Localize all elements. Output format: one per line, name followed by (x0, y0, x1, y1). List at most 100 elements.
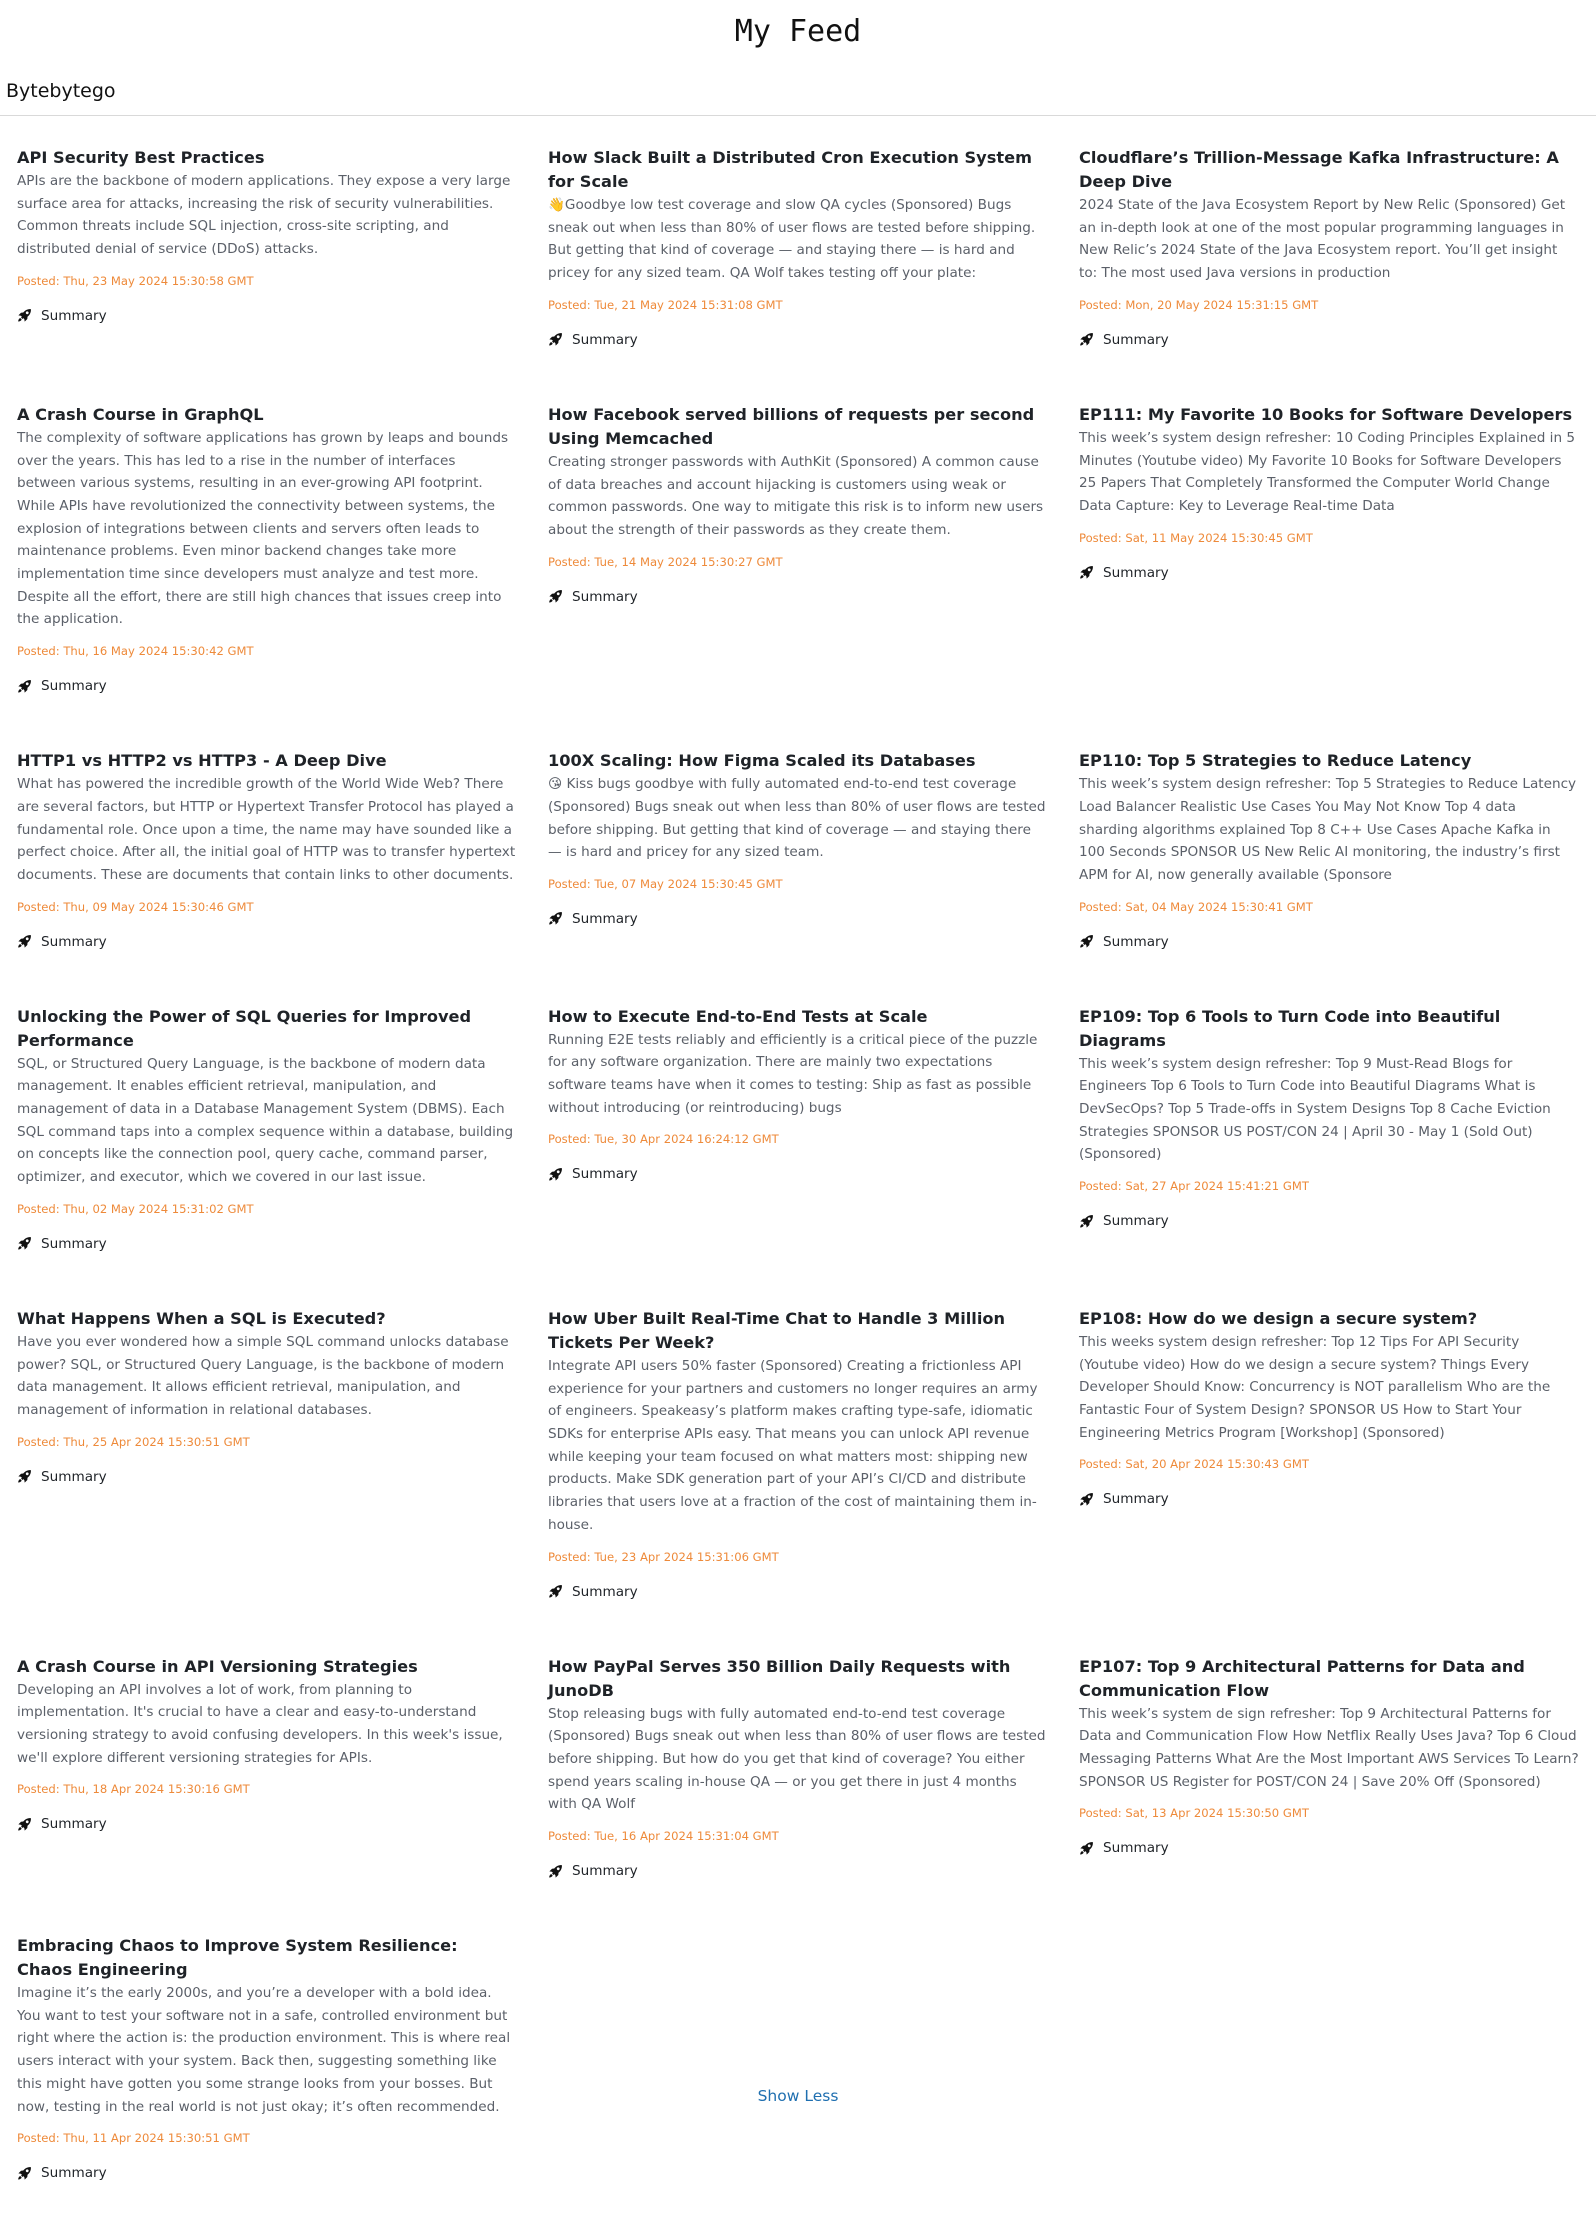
rocket-icon (18, 309, 31, 322)
article-title[interactable]: EP109: Top 6 Tools to Turn Code into Bea… (1079, 1005, 1579, 1053)
article-description: Stop releasing bugs with fully automated… (548, 1705, 1046, 1813)
summary-button[interactable]: Summary (1079, 564, 1169, 582)
article-posted-date: Posted: Thu, 11 Apr 2024 15:30:51 GMT (17, 2131, 250, 2146)
article-card: Embracing Chaos to Improve System Resili… (17, 1928, 517, 2230)
article-title[interactable]: Cloudflare’s Trillion-Message Kafka Infr… (1079, 146, 1579, 194)
rocket-icon (549, 590, 562, 603)
article-title[interactable]: A Crash Course in GraphQL (17, 403, 517, 427)
summary-button[interactable]: Summary (17, 1468, 107, 1486)
article-description: 😘 Kiss bugs goodbye with fully automated… (548, 776, 1046, 861)
article-title[interactable]: How to Execute End-to-End Tests at Scale (548, 1005, 1048, 1029)
article-card: How to Execute End-to-End Tests at Scale… (548, 999, 1048, 1301)
rocket-icon (549, 912, 562, 926)
rocket-icon (18, 935, 31, 948)
article-posted-date: Posted: Thu, 16 May 2024 15:30:42 GMT (17, 644, 254, 659)
rocket-icon (18, 1817, 31, 1831)
article-posted-date: Posted: Sat, 13 Apr 2024 15:30:50 GMT (1079, 1806, 1309, 1821)
article-posted-date: Posted: Mon, 20 May 2024 15:31:15 GMT (1079, 297, 1319, 312)
article-title[interactable]: EP108: How do we design a secure system? (1079, 1307, 1579, 1331)
article-title[interactable]: Unlocking the Power of SQL Queries for I… (17, 1005, 517, 1053)
summary-button[interactable]: Summary (17, 933, 107, 951)
article-posted-date: Posted: Tue, 21 May 2024 15:31:08 GMT (548, 297, 783, 312)
summary-button[interactable]: Summary (17, 1815, 107, 1833)
rocket-icon (18, 1470, 31, 1483)
article-card: How Uber Built Real-Time Chat to Handle … (548, 1301, 1048, 1649)
article-title[interactable]: 100X Scaling: How Figma Scaled its Datab… (548, 749, 1048, 773)
article-title[interactable]: EP110: Top 5 Strategies to Reduce Latenc… (1079, 749, 1579, 773)
article-title[interactable]: EP107: Top 9 Architectural Patterns for … (1079, 1655, 1579, 1703)
summary-button[interactable]: Summary (17, 677, 107, 695)
summary-label: Summary (1103, 564, 1169, 581)
summary-label: Summary (572, 1166, 638, 1183)
article-description: 👋Goodbye low test coverage and slow QA c… (548, 197, 1036, 282)
article-description: APIs are the backbone of modern applicat… (17, 173, 511, 258)
article-title[interactable]: Embracing Chaos to Improve System Resili… (17, 1934, 517, 1982)
summary-button[interactable]: Summary (17, 2164, 107, 2182)
summary-button[interactable]: Summary (1079, 331, 1169, 349)
article-description: This weeks system design refresher: Top … (1079, 1333, 1551, 1441)
article-title[interactable]: How Uber Built Real-Time Chat to Handle … (548, 1307, 1048, 1355)
header-divider (0, 115, 1596, 116)
summary-label: Summary (41, 1468, 107, 1485)
article-description: This week’s system design refresher: Top… (1079, 776, 1577, 883)
article-description: Have you ever wondered how a simple SQL … (17, 1333, 509, 1418)
article-description: The complexity of software applications … (17, 429, 509, 628)
article-posted-date: Posted: Sat, 20 Apr 2024 15:30:43 GMT (1079, 1457, 1309, 1472)
summary-button[interactable]: Summary (548, 1862, 638, 1880)
rocket-icon (549, 333, 562, 346)
summary-label: Summary (41, 933, 107, 950)
summary-label: Summary (41, 1235, 107, 1252)
article-title[interactable]: API Security Best Practices (17, 146, 517, 170)
rocket-icon (1080, 935, 1093, 948)
rocket-icon (549, 1864, 562, 1878)
article-posted-date: Posted: Tue, 30 Apr 2024 16:24:12 GMT (548, 1132, 779, 1147)
article-card: How PayPal Serves 350 Billion Daily Requ… (548, 1649, 1048, 1929)
article-description: What has powered the incredible growth o… (17, 776, 516, 883)
article-posted-date: Posted: Thu, 09 May 2024 15:30:46 GMT (17, 899, 254, 914)
summary-button[interactable]: Summary (17, 307, 107, 325)
article-posted-date: Posted: Sat, 04 May 2024 15:30:41 GMT (1079, 899, 1313, 914)
rocket-icon (549, 1168, 562, 1181)
article-card: API Security Best Practices APIs are the… (17, 140, 517, 397)
rocket-icon (1080, 333, 1093, 346)
article-card: A Crash Course in API Versioning Strateg… (17, 1649, 517, 1929)
article-title[interactable]: EP111: My Favorite 10 Books for Software… (1079, 403, 1579, 427)
article-posted-date: Posted: Tue, 14 May 2024 15:30:27 GMT (548, 554, 783, 569)
article-title[interactable]: A Crash Course in API Versioning Strateg… (17, 1655, 517, 1679)
summary-label: Summary (41, 2165, 107, 2182)
article-title[interactable]: How PayPal Serves 350 Billion Daily Requ… (548, 1655, 1048, 1703)
feed-grid: API Security Best Practices APIs are the… (17, 140, 1579, 2230)
summary-button[interactable]: Summary (548, 588, 638, 606)
summary-label: Summary (1103, 331, 1169, 348)
summary-button[interactable]: Summary (17, 1235, 107, 1253)
rocket-icon (18, 1237, 31, 1250)
article-title[interactable]: How Facebook served billions of requests… (548, 403, 1048, 451)
summary-label: Summary (41, 307, 107, 324)
article-card: A Crash Course in GraphQL The complexity… (17, 397, 517, 743)
summary-label: Summary (41, 678, 107, 695)
article-title[interactable]: What Happens When a SQL is Executed? (17, 1307, 517, 1331)
summary-button[interactable]: Summary (1079, 1839, 1169, 1857)
summary-button[interactable]: Summary (1079, 1490, 1169, 1508)
article-description: Integrate API users 50% faster (Sponsore… (548, 1357, 1038, 1533)
summary-button[interactable]: Summary (1079, 933, 1169, 951)
summary-button[interactable]: Summary (1079, 1212, 1169, 1230)
article-card: Cloudflare’s Trillion-Message Kafka Infr… (1079, 140, 1579, 397)
summary-label: Summary (572, 588, 638, 605)
summary-button[interactable]: Summary (548, 1583, 638, 1601)
show-less-link[interactable]: Show Less (0, 2086, 1596, 2106)
summary-button[interactable]: Summary (548, 910, 638, 928)
summary-label: Summary (1103, 1840, 1169, 1857)
article-card: EP111: My Favorite 10 Books for Software… (1079, 397, 1579, 743)
article-description: This week’s system design refresher: 10 … (1079, 429, 1576, 514)
article-title[interactable]: How Slack Built a Distributed Cron Execu… (548, 146, 1048, 194)
summary-button[interactable]: Summary (548, 331, 638, 349)
article-title[interactable]: HTTP1 vs HTTP2 vs HTTP3 - A Deep Dive (17, 749, 517, 773)
article-description: Running E2E tests reliably and efficient… (548, 1031, 1038, 1116)
summary-button[interactable]: Summary (548, 1165, 638, 1183)
rocket-icon (18, 2166, 31, 2180)
article-posted-date: Posted: Thu, 25 Apr 2024 15:30:51 GMT (17, 1434, 250, 1449)
article-posted-date: Posted: Thu, 23 May 2024 15:30:58 GMT (17, 273, 254, 288)
page-title: My Feed (734, 14, 862, 49)
rocket-icon (1080, 1214, 1093, 1228)
